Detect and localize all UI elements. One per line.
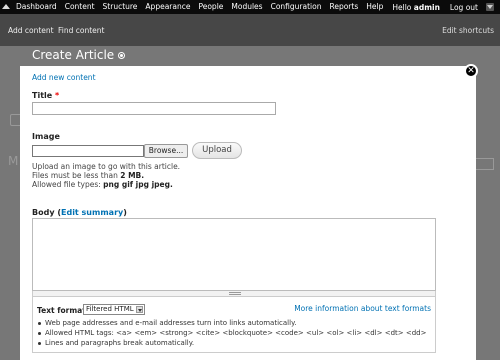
body-label-text: Body xyxy=(32,208,55,217)
toolbar-item-configuration[interactable]: Configuration xyxy=(267,0,326,14)
required-marker: * xyxy=(55,91,60,100)
body-textarea[interactable] xyxy=(32,218,436,291)
toolbar-item-appearance[interactable]: Appearance xyxy=(141,0,194,14)
title-label: Title * xyxy=(32,91,59,100)
body-label: Body (Edit summary) xyxy=(32,208,127,217)
toolbar-item-help[interactable]: Help xyxy=(362,0,387,14)
title-label-text: Title xyxy=(32,91,53,100)
star-icon[interactable] xyxy=(118,51,126,59)
toolbar-item-structure[interactable]: Structure xyxy=(99,0,142,14)
overlay-title: Create Article xyxy=(32,48,126,62)
background-heading: M xyxy=(8,154,19,168)
logout-link[interactable]: Log out xyxy=(450,3,478,12)
file-size-limit: Files must be less than 2 MB. xyxy=(32,171,144,180)
image-label: Image xyxy=(32,132,60,141)
types-prefix: Allowed file types: xyxy=(32,180,101,189)
format-help-link[interactable]: More information about text formats xyxy=(294,304,431,313)
shortcut-add-content[interactable]: Add content xyxy=(8,26,54,35)
size-prefix: Files must be less than xyxy=(32,171,118,180)
image-help-text: Upload an image to go with this article. xyxy=(32,162,181,171)
text-format-selected: Filtered HTML xyxy=(86,305,134,313)
browse-button[interactable]: Browse... xyxy=(144,144,188,158)
edit-summary-link[interactable]: Edit summary xyxy=(61,208,123,217)
format-tips: Web page addresses and e-mail addresses … xyxy=(37,318,426,348)
toolbar-item-people[interactable]: People xyxy=(194,0,227,14)
allowed-file-types: Allowed file types: png gif jpg jpeg. xyxy=(32,180,173,189)
list-item: Lines and paragraphs break automatically… xyxy=(37,338,426,348)
types-value: png gif jpg jpeg. xyxy=(103,180,173,189)
text-format-box: Text format Filtered HTML More informati… xyxy=(32,297,436,353)
edit-shortcuts-link[interactable]: Edit shortcuts xyxy=(442,26,494,35)
greeting-text: Hello xyxy=(392,2,412,12)
toolbar-menu: Dashboard Content Structure Appearance P… xyxy=(0,0,387,14)
toolbar-item-modules[interactable]: Modules xyxy=(227,0,266,14)
user-area: Hello admin Log out xyxy=(392,0,494,14)
upload-button[interactable]: Upload xyxy=(192,142,242,159)
chevron-down-icon[interactable] xyxy=(486,3,494,11)
shortcut-find-content[interactable]: Find content xyxy=(58,26,104,35)
page-title: Create Article xyxy=(32,48,115,62)
breadcrumb[interactable]: Add new content xyxy=(32,73,96,82)
overlay-panel: Add new content Title * Image Browse... … xyxy=(20,66,476,360)
toolbar-item-dashboard[interactable]: Dashboard xyxy=(12,0,61,14)
home-icon[interactable] xyxy=(0,0,12,14)
body-paren-close: ) xyxy=(123,208,127,217)
toolbar-item-content[interactable]: Content xyxy=(61,0,99,14)
file-path-field[interactable] xyxy=(32,145,144,157)
toolbar-item-reports[interactable]: Reports xyxy=(325,0,362,14)
title-input[interactable] xyxy=(32,102,276,115)
list-item: Web page addresses and e-mail addresses … xyxy=(37,318,426,328)
text-format-label: Text format xyxy=(37,306,86,315)
size-value: 2 MB. xyxy=(120,171,145,180)
chevron-down-icon xyxy=(136,306,143,313)
close-icon[interactable]: ✕ xyxy=(464,64,478,78)
username-link[interactable]: admin xyxy=(414,3,440,12)
admin-toolbar: Dashboard Content Structure Appearance P… xyxy=(0,0,500,14)
list-item: Allowed HTML tags: <a> <em> <strong> <ci… xyxy=(37,328,426,338)
shortcut-bar: Add content Find content Edit shortcuts xyxy=(0,14,500,46)
text-format-select[interactable]: Filtered HTML xyxy=(83,304,145,315)
